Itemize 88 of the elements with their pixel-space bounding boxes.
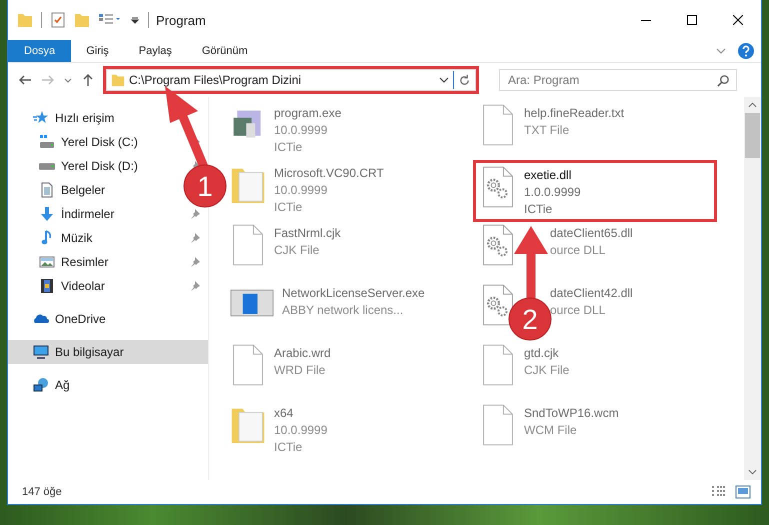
- file-name[interactable]: FastNrml.cjk: [274, 225, 341, 242]
- gear-file-icon: [480, 223, 516, 267]
- sidebar-item[interactable]: Yerel Disk (D:): [8, 154, 142, 178]
- picture-icon: [39, 254, 55, 270]
- file-name[interactable]: dateClient65.dll: [550, 225, 633, 242]
- sidebar-item[interactable]: OneDrive: [8, 307, 110, 331]
- network-icon: [33, 377, 49, 393]
- folder-icon: [111, 72, 125, 88]
- up-arrow-icon[interactable]: [81, 73, 95, 87]
- file-detail: ICTie: [524, 201, 554, 218]
- file-name[interactable]: x64: [274, 405, 328, 422]
- pin-icon[interactable]: [190, 233, 200, 243]
- file-detail: ource DLL: [550, 302, 606, 319]
- expand-ribbon-icon[interactable]: [716, 48, 726, 54]
- file-detail: CJK File: [274, 242, 320, 259]
- file-icon: [230, 343, 266, 387]
- file-name[interactable]: help.fineReader.txt: [524, 105, 624, 122]
- file-icon: [480, 103, 516, 147]
- window-title: Program: [156, 12, 206, 28]
- file-detail: WRD File: [274, 362, 326, 379]
- scrollbar[interactable]: [744, 97, 761, 480]
- file-name[interactable]: exetie.dll: [524, 167, 581, 184]
- sidebar-item[interactable]: Resimler: [8, 250, 112, 274]
- file-detail: ABBY network licens...: [282, 302, 404, 319]
- ribbon-tab[interactable]: Görünüm: [186, 40, 263, 62]
- file-name[interactable]: program.exe: [274, 105, 342, 122]
- file-detail: ource DLL: [550, 242, 606, 259]
- step-badge: 2: [508, 298, 552, 340]
- sidebar-item[interactable]: Bu bilgisayar: [8, 340, 208, 364]
- file-name[interactable]: Arabic.wrd: [274, 345, 331, 362]
- dropdown-caret-icon[interactable]: [130, 15, 140, 25]
- download-arrow-icon: [39, 206, 55, 222]
- file-detail: TXT File: [524, 122, 570, 139]
- search-icon[interactable]: [717, 74, 730, 87]
- file-detail: 1.0.0.9999: [524, 184, 581, 201]
- file-name[interactable]: NetworkLicenseServer.exe: [282, 285, 425, 302]
- monitor-icon: [33, 344, 49, 360]
- file-name[interactable]: SndToWP16.wcm: [524, 405, 619, 422]
- film-icon: [39, 278, 55, 294]
- gear-file-icon: [480, 283, 516, 327]
- pin-icon[interactable]: [190, 281, 200, 291]
- sidebar-item[interactable]: İndirmeler: [8, 202, 118, 226]
- pin-icon[interactable]: [190, 209, 200, 219]
- recent-caret-icon[interactable]: [64, 76, 72, 84]
- file-detail: ICTie: [274, 139, 304, 156]
- file-icon: [480, 403, 516, 447]
- file-menu-tab[interactable]: Dosya: [8, 40, 72, 62]
- sidebar-item[interactable]: Videolar: [8, 274, 109, 298]
- file-icon: [230, 223, 266, 267]
- sidebar-item[interactable]: Hızlı erişim: [8, 106, 118, 130]
- maximize-icon: [687, 15, 697, 25]
- file-icon: [480, 343, 516, 387]
- file-detail: 10.0.9999: [274, 422, 328, 439]
- close-icon: [733, 15, 743, 25]
- file-detail: 10.0.9999: [274, 182, 328, 199]
- file-detail: ICTie: [274, 199, 304, 216]
- file-name[interactable]: gtd.cjk: [524, 345, 570, 362]
- item-count: 147 öğe: [22, 486, 62, 498]
- refresh-icon[interactable]: [458, 74, 471, 86]
- dropdown-caret-icon[interactable]: [439, 77, 449, 83]
- scroll-down-icon[interactable]: [748, 469, 757, 475]
- ribbon-tab[interactable]: Giriş: [71, 40, 124, 62]
- file-name[interactable]: Microsoft.VC90.CRT: [274, 165, 384, 182]
- drive-icon: [39, 134, 55, 150]
- back-arrow-icon[interactable]: [18, 73, 32, 87]
- file-detail: ICTie: [274, 439, 304, 456]
- file-detail: CJK File: [524, 362, 570, 379]
- highlighted-file-tile[interactable]: exetie.dll 1.0.0.9999 ICTie: [476, 163, 714, 219]
- search-field[interactable]: Ara: Program: [499, 69, 737, 91]
- help-icon[interactable]: [738, 43, 754, 59]
- ribbon-tab[interactable]: Paylaş: [124, 40, 187, 62]
- scrollbar-thumb[interactable]: [745, 113, 760, 158]
- sidebar-item[interactable]: Yerel Disk (C:): [8, 130, 142, 154]
- pin-icon[interactable]: [190, 257, 200, 267]
- tiles-view-icon[interactable]: [735, 485, 751, 499]
- step-badge: 1: [184, 164, 226, 208]
- file-detail: 10.0.9999: [274, 122, 328, 139]
- gear-file-icon: [480, 165, 516, 209]
- address-field[interactable]: C:\Program Files\Program Dizini: [106, 69, 476, 91]
- file-detail: WCM File: [524, 422, 578, 439]
- drive-icon: [39, 162, 55, 170]
- sidebar-item[interactable]: Belgeler: [8, 178, 110, 202]
- document-icon: [39, 182, 55, 198]
- sidebar-item[interactable]: Müzik: [8, 226, 96, 250]
- file-name[interactable]: dateClient42.dll: [550, 285, 633, 302]
- sidebar-item[interactable]: Ağ: [8, 373, 74, 397]
- scroll-up-icon[interactable]: [748, 102, 757, 108]
- checklist-icon[interactable]: [50, 12, 66, 28]
